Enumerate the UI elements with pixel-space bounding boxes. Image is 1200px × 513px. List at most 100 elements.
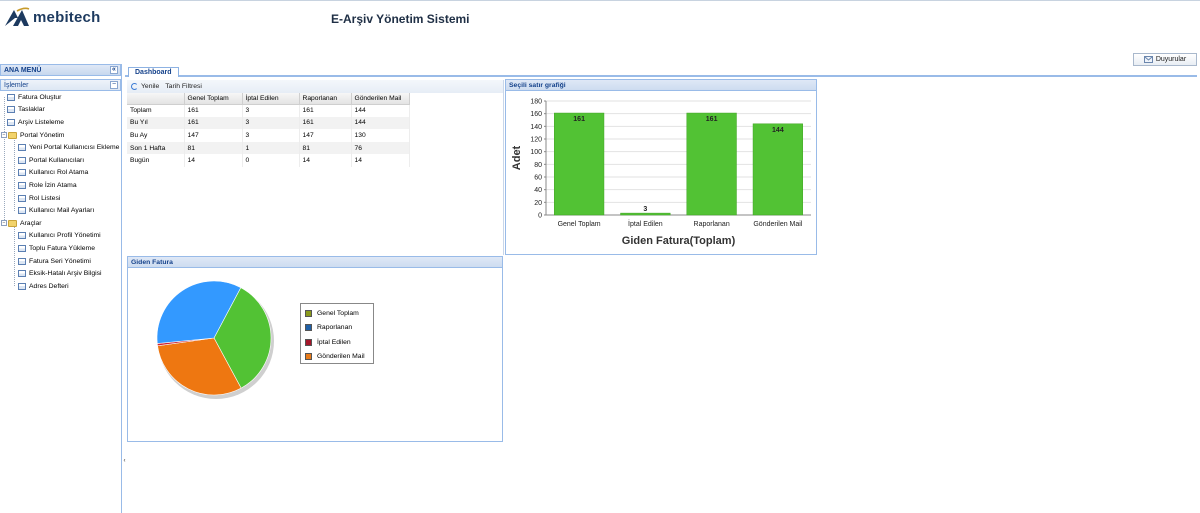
document-icon [7, 118, 15, 126]
tab-bar: Dashboard [125, 65, 1197, 77]
brand-name: mebitech [33, 8, 101, 26]
menu-folder-label: Portal Yönetim [20, 131, 65, 139]
table-row[interactable]: Bu Ay 147 3 147 130 [127, 129, 410, 142]
document-icon [18, 181, 26, 189]
legend-item: Genel Toplam [305, 306, 369, 321]
table-row[interactable]: Bugün 14 0 14 14 [127, 154, 410, 167]
menu-item-label: Yeni Portal Kullanıcısı Ekleme [29, 144, 120, 152]
collapse-toggle-icon[interactable]: − [1, 220, 7, 227]
summary-grid-panel: Yenile Tarih Filtresi Genel Toplam İptal… [127, 80, 504, 255]
menu-item-bulk-upload[interactable]: Toplu Fatura Yükleme [0, 242, 121, 255]
refresh-icon [131, 83, 138, 90]
menu-item-mail-settings[interactable]: Kullanıcı Mail Ayarları [0, 204, 121, 217]
table-row[interactable]: Son 1 Hafta 81 1 81 76 [127, 141, 410, 155]
menu-item-new-portal-user[interactable]: Yeni Portal Kullanıcısı Ekleme [0, 141, 121, 154]
table-row[interactable]: Toplam 161 3 161 144 [127, 104, 410, 117]
table-cell: Bu Yıl [127, 116, 185, 130]
tab-dashboard[interactable]: Dashboard [128, 67, 179, 77]
y-tick-label: 140 [530, 124, 542, 131]
column-header[interactable]: Gönderilen Mail [351, 93, 410, 105]
bar-value-label: 3 [643, 206, 647, 213]
y-tick-label: 160 [530, 111, 542, 118]
y-tick-label: 0 [538, 213, 542, 220]
legend-label: Genel Toplam [317, 309, 359, 317]
outgoing-invoice-panel: Giden Fatura Genel Toplam Raporlanan İpt… [127, 256, 503, 442]
logo-mark-icon [5, 7, 30, 26]
y-tick-label: 20 [534, 200, 542, 207]
sidebar: ANA MENÜ « İşlemler − Fatura Oluştur Tas… [0, 64, 122, 513]
menu-item-invoice-series[interactable]: Fatura Seri Yönetimi [0, 255, 121, 268]
operations-section-header[interactable]: İşlemler − [0, 79, 121, 91]
menu-item-drafts[interactable]: Taslaklar [0, 104, 121, 117]
pie-panel-title: Giden Fatura [128, 257, 502, 268]
menu-item-label: Fatura Seri Yönetimi [29, 257, 91, 265]
column-header[interactable]: İptal Edilen [242, 93, 300, 105]
y-tick-label: 80 [534, 162, 542, 169]
menu-item-label: Toplu Fatura Yükleme [29, 244, 95, 252]
table-cell: 147 [299, 129, 352, 142]
menu-item-role-list[interactable]: Rol Listesi [0, 192, 121, 205]
legend-item: İptal Edilen [305, 335, 369, 350]
menu-item-label: Arşiv Listeleme [18, 118, 65, 126]
menu-item-role-permission[interactable]: Role İzin Atama [0, 179, 121, 192]
bar-value-label: 161 [706, 116, 718, 123]
page-title: E-Arşiv Yönetim Sistemi [331, 12, 470, 26]
table-cell: 144 [351, 104, 410, 117]
menu-item-create-invoice[interactable]: Fatura Oluştur [0, 91, 121, 104]
legend-item: Raporlanan [305, 321, 369, 336]
document-icon [7, 106, 15, 114]
collapse-toggle-icon[interactable]: − [1, 132, 7, 139]
table-cell: Bugün [127, 154, 185, 167]
table-cell: 1 [242, 141, 300, 155]
document-icon [18, 144, 26, 152]
menu-item-archive-list[interactable]: Arşiv Listeleme [0, 116, 121, 129]
announcement-icon [1143, 56, 1153, 63]
table-cell: 130 [351, 129, 410, 142]
operations-collapse-button[interactable]: − [110, 81, 118, 89]
table-cell: 147 [184, 129, 243, 142]
bar [620, 212, 671, 216]
menu-item-label: Portal Kullanıcıları [29, 156, 85, 164]
bar-chart: 0 20 40 60 80 100 120 140 160 180 161 Genel Toplam 3… [511, 99, 811, 247]
menu-item-user-role-assign[interactable]: Kullanıcı Rol Atama [0, 167, 121, 180]
table-cell: 0 [242, 154, 300, 167]
y-axis-title: Adet [511, 145, 523, 170]
menu-item-user-profile[interactable]: Kullanıcı Profil Yönetimi [0, 230, 121, 243]
table-cell: 3 [242, 116, 300, 130]
menu-folder-portal[interactable]: − Portal Yönetim [0, 129, 121, 142]
refresh-button[interactable]: Yenile [131, 83, 159, 90]
table-cell: 144 [351, 116, 410, 130]
pie-chart [156, 280, 274, 399]
document-icon [18, 169, 26, 177]
menu-folder-label: Araçlar [20, 219, 42, 227]
y-tick-label: 100 [530, 149, 542, 156]
sidebar-collapse-button[interactable]: « [110, 66, 118, 74]
menu-item-label: Taslaklar [18, 106, 45, 114]
menu-item-label: Kullanıcı Profil Yönetimi [29, 232, 101, 240]
menu-folder-tools[interactable]: − Araçlar [0, 217, 121, 230]
table-cell: Son 1 Hafta [127, 141, 185, 155]
x-axis-title: Giden Fatura(Toplam) [622, 235, 736, 247]
table-row[interactable]: Bu Yıl 161 3 161 144 [127, 116, 410, 130]
legend-item: Gönderilen Mail [305, 350, 369, 365]
bar-value-label: 144 [772, 127, 784, 134]
y-tick-label: 120 [530, 137, 542, 144]
column-header[interactable]: Raporlanan [299, 93, 352, 105]
table-cell: Toplam [127, 104, 185, 117]
menu-item-label: Eksik-Hatalı Arşiv Bilgisi [29, 270, 102, 278]
menu-item-label: Kullanıcı Mail Ayarları [29, 207, 95, 215]
folder-icon [8, 219, 17, 227]
table-cell: 161 [184, 104, 243, 117]
column-header[interactable] [127, 93, 185, 105]
table-cell: 81 [184, 141, 243, 155]
menu-item-portal-users[interactable]: Portal Kullanıcıları [0, 154, 121, 167]
menu-item-label: Role İzin Atama [29, 181, 77, 189]
menu-item-label: Kullanıcı Rol Atama [29, 169, 89, 177]
date-filter-button[interactable]: Tarih Filtresi [165, 83, 202, 90]
bar-value-label: 161 [573, 116, 585, 123]
menu-item-address-book[interactable]: Adres Defteri [0, 280, 121, 293]
menu-item-missing-archive[interactable]: Eksik-Hatalı Arşiv Bilgisi [0, 267, 121, 280]
announcements-label: Duyurular [1155, 56, 1187, 63]
column-header[interactable]: Genel Toplam [184, 93, 243, 105]
legend-swatch [305, 338, 312, 346]
